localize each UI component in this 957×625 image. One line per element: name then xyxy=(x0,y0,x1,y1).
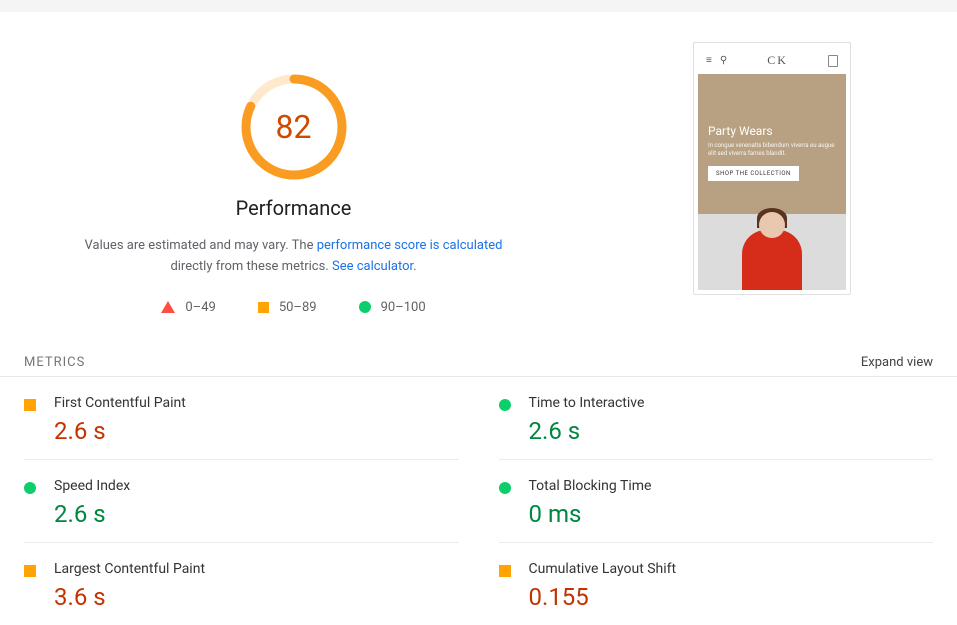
metric-body: First Contentful Paint 2.6 s xyxy=(54,395,459,445)
metric-label: First Contentful Paint xyxy=(54,395,459,411)
performance-score: 82 xyxy=(239,72,349,182)
preview-subtext: In congue venenatis bibendum viverra eu … xyxy=(708,142,836,158)
hamburger-icon: ≡ xyxy=(706,55,712,66)
metric-body: Cumulative Layout Shift 0.155 xyxy=(529,561,934,611)
scale-fail: 0–49 xyxy=(161,300,215,315)
preview-cta: SHOP THE COLLECTION xyxy=(708,166,799,181)
see-calculator-link[interactable]: See calculator xyxy=(332,259,413,274)
metrics-title: METRICS xyxy=(24,355,85,370)
metric-value: 2.6 s xyxy=(54,500,459,528)
score-scale-legend: 0–49 50–89 90–100 xyxy=(161,300,425,315)
desc-text: Values are estimated and may vary. The xyxy=(85,238,317,253)
gauge-description: Values are estimated and may vary. The p… xyxy=(84,236,504,278)
metric-value: 2.6 s xyxy=(529,417,934,445)
metric-row: Time to Interactive 2.6 s xyxy=(499,377,934,460)
top-bar xyxy=(0,0,957,12)
metric-value: 0 ms xyxy=(529,500,934,528)
preview-header: ≡ ⚲ CK xyxy=(698,47,846,74)
metric-body: Time to Interactive 2.6 s xyxy=(529,395,934,445)
scale-avg-label: 50–89 xyxy=(279,300,317,315)
metric-label: Time to Interactive xyxy=(529,395,934,411)
metric-body: Total Blocking Time 0 ms xyxy=(529,478,934,528)
avg-square-icon xyxy=(258,302,269,313)
desc-text: directly from these metrics. xyxy=(170,259,332,274)
preview-model-image xyxy=(698,214,846,290)
scale-fail-label: 0–49 xyxy=(185,300,215,315)
fail-triangle-icon xyxy=(161,301,175,313)
screenshot-panel: ≡ ⚲ CK Party Wears In congue venenatis b… xyxy=(607,42,937,315)
pass-circle-icon xyxy=(499,399,511,411)
hero-section: 82 Performance Values are estimated and … xyxy=(0,12,957,315)
avg-square-icon xyxy=(499,565,511,577)
metric-body: Speed Index 2.6 s xyxy=(54,478,459,528)
search-icon: ⚲ xyxy=(720,55,727,66)
metric-label: Total Blocking Time xyxy=(529,478,934,494)
scale-pass: 90–100 xyxy=(359,300,426,315)
score-panel: 82 Performance Values are estimated and … xyxy=(20,42,567,315)
metric-row: Largest Contentful Paint 3.6 s xyxy=(24,543,459,625)
pass-circle-icon xyxy=(359,301,371,313)
page-screenshot: ≡ ⚲ CK Party Wears In congue venenatis b… xyxy=(693,42,851,295)
metric-label: Cumulative Layout Shift xyxy=(529,561,934,577)
desc-text: . xyxy=(413,259,416,274)
avg-square-icon xyxy=(24,399,36,411)
metrics-header: METRICS Expand view xyxy=(0,315,957,377)
score-calc-link[interactable]: performance score is calculated xyxy=(317,238,503,253)
scale-avg: 50–89 xyxy=(258,300,317,315)
metric-row: Speed Index 2.6 s xyxy=(24,460,459,543)
pass-circle-icon xyxy=(499,482,511,494)
gauge-title: Performance xyxy=(236,196,352,220)
metric-value: 0.155 xyxy=(529,583,934,611)
preview-hero: Party Wears In congue venenatis bibendum… xyxy=(698,74,846,214)
metric-label: Largest Contentful Paint xyxy=(54,561,459,577)
preview-heading: Party Wears xyxy=(708,124,836,138)
metric-value: 2.6 s xyxy=(54,417,459,445)
metrics-grid: First Contentful Paint2.6 sTime to Inter… xyxy=(0,377,957,625)
metric-label: Speed Index xyxy=(54,478,459,494)
preview-logo: CK xyxy=(735,53,820,68)
metric-row: First Contentful Paint 2.6 s xyxy=(24,377,459,460)
metric-value: 3.6 s xyxy=(54,583,459,611)
scale-pass-label: 90–100 xyxy=(381,300,426,315)
performance-gauge: 82 xyxy=(239,72,349,182)
avg-square-icon xyxy=(24,565,36,577)
expand-view-toggle[interactable]: Expand view xyxy=(861,355,933,370)
metric-row: Cumulative Layout Shift 0.155 xyxy=(499,543,934,625)
shopping-bag-icon xyxy=(828,55,838,67)
metric-row: Total Blocking Time 0 ms xyxy=(499,460,934,543)
metric-body: Largest Contentful Paint 3.6 s xyxy=(54,561,459,611)
pass-circle-icon xyxy=(24,482,36,494)
